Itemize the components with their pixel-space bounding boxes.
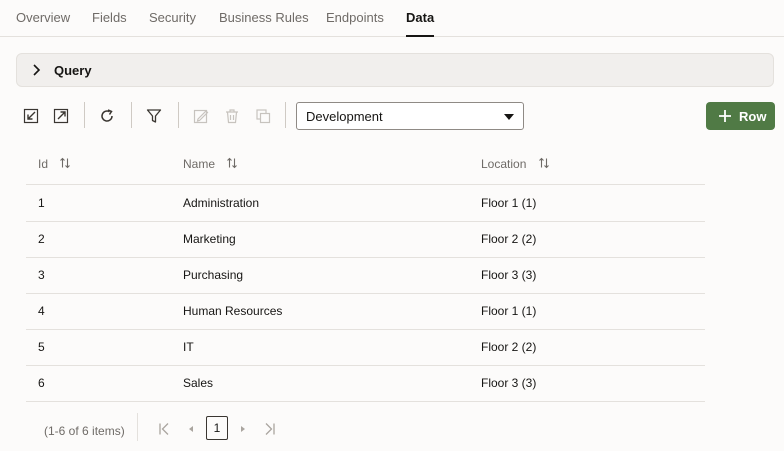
table-header: Id Name Location	[26, 148, 705, 185]
sort-icon[interactable]	[59, 157, 71, 169]
toolbar-divider	[178, 102, 179, 128]
cell-name: Sales	[183, 376, 214, 390]
tab-business-rules[interactable]: Business Rules	[219, 0, 309, 36]
toolbar-divider	[285, 102, 286, 128]
first-page-button[interactable]	[158, 422, 170, 436]
export-icon	[53, 108, 69, 124]
page-1-button[interactable]: 1	[206, 416, 228, 440]
query-label: Query	[54, 63, 92, 78]
query-panel-header[interactable]: Query	[16, 53, 774, 87]
caret-down-icon	[504, 114, 514, 120]
tab-fields[interactable]: Fields	[92, 0, 127, 36]
add-row-label: Row	[739, 109, 767, 124]
edit-icon	[193, 109, 209, 124]
table-row[interactable]: 4 Human Resources Floor 1 (1)	[26, 293, 705, 330]
toolbar-divider	[84, 102, 85, 128]
tab-overview[interactable]: Overview	[16, 0, 70, 36]
import-button[interactable]	[20, 105, 42, 127]
cell-name: Administration	[183, 196, 260, 210]
column-header-label: Name	[183, 157, 216, 171]
tab-endpoints[interactable]: Endpoints	[326, 0, 384, 36]
delete-icon	[226, 109, 238, 124]
cell-name: Human Resources	[183, 304, 283, 318]
column-header-label: Location	[481, 157, 527, 171]
export-button[interactable]	[50, 105, 72, 127]
pagination-summary: (1-6 of 6 items)	[44, 424, 125, 438]
cell-name: Marketing	[183, 232, 236, 246]
delete-button[interactable]	[221, 105, 243, 127]
sort-icon[interactable]	[226, 157, 238, 169]
last-page-icon	[265, 423, 275, 435]
refresh-icon	[101, 109, 113, 122]
cell-location: Floor 3 (3)	[481, 376, 537, 390]
cell-id: 4	[38, 304, 45, 318]
tab-security[interactable]: Security	[149, 0, 196, 36]
cell-id: 2	[38, 232, 45, 246]
table-row[interactable]: 5 IT Floor 2 (2)	[26, 329, 705, 366]
table-row[interactable]: 3 Purchasing Floor 3 (3)	[26, 257, 705, 294]
tab-bar: Overview Fields Security Business Rules …	[0, 0, 784, 37]
caret-left-icon	[189, 426, 193, 432]
cell-name: Purchasing	[183, 268, 244, 282]
column-header-label: Id	[38, 157, 49, 171]
cell-name: IT	[183, 340, 194, 354]
chevron-right-icon	[33, 64, 41, 76]
caret-right-icon	[241, 426, 245, 432]
tab-data[interactable]: Data	[406, 0, 435, 37]
column-header-location[interactable]: Location	[481, 157, 550, 171]
filter-icon	[146, 109, 162, 123]
add-row-button[interactable]: Row	[706, 102, 775, 130]
plus-icon	[719, 110, 731, 122]
filter-button[interactable]	[143, 105, 165, 127]
refresh-button[interactable]	[96, 105, 118, 127]
cell-id: 6	[38, 376, 45, 390]
cell-location: Floor 2 (2)	[481, 340, 537, 354]
cell-location: Floor 2 (2)	[481, 232, 537, 246]
column-header-name[interactable]: Name	[183, 157, 238, 171]
last-page-button[interactable]	[264, 422, 276, 436]
cell-location: Floor 1 (1)	[481, 196, 537, 210]
cell-id: 5	[38, 340, 45, 354]
table-row[interactable]: 1 Administration Floor 1 (1)	[26, 185, 705, 222]
sort-icon[interactable]	[538, 157, 550, 169]
column-header-id[interactable]: Id	[38, 157, 71, 171]
toolbar-divider	[131, 102, 132, 128]
edit-button[interactable]	[190, 105, 212, 127]
environment-select[interactable]: Development	[296, 102, 524, 130]
cell-location: Floor 1 (1)	[481, 304, 537, 318]
previous-page-button[interactable]	[186, 422, 196, 436]
cell-id: 1	[38, 196, 45, 210]
first-page-icon	[159, 423, 169, 435]
import-icon	[23, 108, 39, 124]
next-page-button[interactable]	[238, 422, 248, 436]
table-row[interactable]: 6 Sales Floor 3 (3)	[26, 365, 705, 402]
environment-select-value: Development	[306, 109, 383, 124]
table-row[interactable]: 2 Marketing Floor 2 (2)	[26, 221, 705, 258]
cell-id: 3	[38, 268, 45, 282]
pagination-divider	[137, 413, 138, 441]
cell-location: Floor 3 (3)	[481, 268, 537, 282]
duplicate-button[interactable]	[252, 105, 274, 127]
duplicate-icon	[256, 109, 271, 124]
